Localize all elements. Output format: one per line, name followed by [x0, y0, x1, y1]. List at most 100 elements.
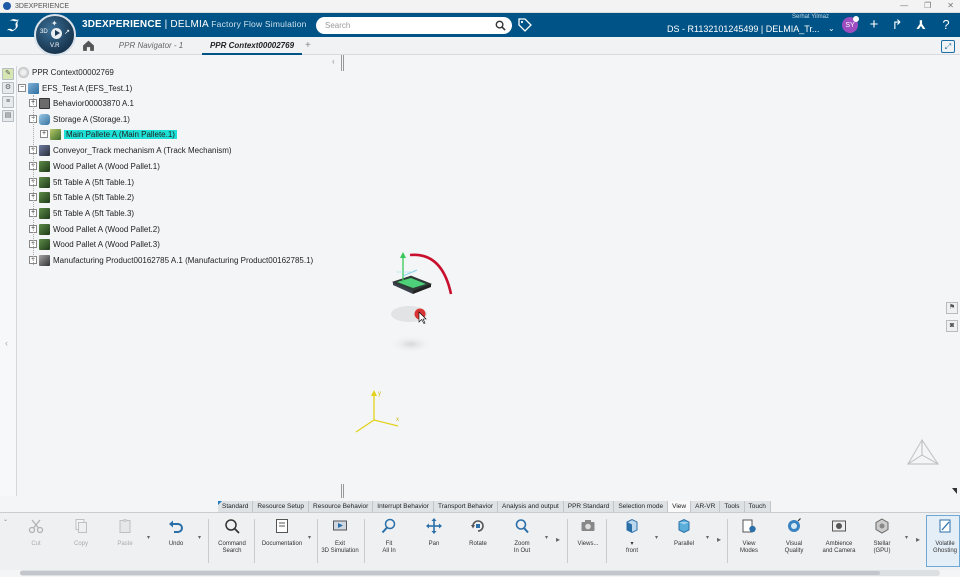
view-modes-button[interactable]: View Modes [734, 516, 764, 566]
front-options-arrow-icon[interactable]: ▾ [655, 534, 658, 541]
tree-node-table-2[interactable]: + 5ft Table A (5ft Table.2) [29, 190, 134, 204]
resize-corner-icon[interactable] [952, 488, 957, 494]
tab-ppr-context[interactable]: PPR Context00002769 [202, 37, 302, 55]
compass-share-icon[interactable]: ↗ [64, 28, 70, 36]
tab-resource-setup[interactable]: Resource Setup [253, 501, 310, 512]
zoom-in-out-button[interactable]: Zoom In Out [508, 516, 536, 566]
add-tab-button[interactable]: + [305, 37, 311, 55]
undo-button[interactable]: Undo [163, 516, 189, 566]
tab-resource-behavior[interactable]: Resource Behavior [309, 501, 374, 512]
paste-options-arrow-icon[interactable]: ▾ [147, 534, 150, 541]
tab-interrupt-behavior[interactable]: Interrupt Behavior [373, 501, 434, 512]
tab-touch[interactable]: Touch [744, 501, 771, 512]
tree-node-product[interactable]: − EFS_Test A (EFS_Test.1) [18, 81, 132, 95]
camera-icon[interactable]: ◙ [946, 320, 958, 332]
cut-button[interactable]: Cut [24, 516, 48, 566]
collapse-icon[interactable]: − [18, 84, 26, 92]
tab-tools[interactable]: Tools [720, 501, 745, 512]
rotate-button[interactable]: Rotate [465, 516, 491, 566]
tab-analysis-output[interactable]: Analysis and output [498, 501, 564, 512]
parallel-options-arrow-icon[interactable]: ▾ [706, 534, 709, 541]
main-pallet-model[interactable] [391, 275, 433, 294]
apps-icon[interactable]: ⅄ [913, 17, 929, 33]
search-box[interactable] [316, 17, 512, 34]
close-icon[interactable]: ✕ [947, 1, 954, 10]
collaborative-space-label[interactable]: DS - R1132101245499 | DELMIA_Tr... [667, 24, 819, 34]
tree-node-wood-pallet-2[interactable]: + Wood Pallet A (Wood Pallet.2) [29, 222, 160, 236]
tree-node-table-3[interactable]: + 5ft Table A (5ft Table.3) [29, 206, 134, 220]
tree-settings-icon[interactable]: ⚙ [2, 82, 14, 94]
minimize-icon[interactable]: — [900, 1, 908, 10]
toolbar-separator [606, 519, 607, 563]
tree-node-behavior[interactable]: + Behavior00003870 A.1 [29, 96, 134, 110]
tab-transport-behavior[interactable]: Transport Behavior [433, 501, 499, 512]
stellar-options-arrow-icon[interactable]: ▾ [905, 534, 908, 541]
tab-standard[interactable]: Standard [218, 501, 254, 512]
tab-ppr-navigator[interactable]: PPR Navigator - 1 [112, 37, 190, 55]
volatile-ghosting-button[interactable]: Volatile Ghosting [930, 516, 960, 566]
more-render-tools-arrow-icon[interactable]: ▸ [916, 535, 920, 544]
3d-viewport[interactable]: x y [17, 56, 960, 496]
expand-icon[interactable]: + [40, 130, 48, 138]
scrollbar-thumb[interactable] [20, 571, 880, 575]
zoom-options-arrow-icon[interactable]: ▾ [545, 534, 548, 541]
search-icon[interactable] [495, 20, 506, 31]
views-button[interactable]: Views... [574, 516, 602, 566]
pan-button[interactable]: Pan [421, 516, 447, 566]
tree-splitter[interactable] [341, 55, 344, 71]
tree-collapse-icon[interactable]: ‹ [332, 57, 335, 66]
compass-vr-label[interactable]: V.R [50, 43, 59, 49]
search-input[interactable] [325, 19, 485, 32]
paste-button[interactable]: Paste [112, 516, 138, 566]
tag-icon[interactable] [518, 18, 532, 32]
more-tools-arrow-icon[interactable]: ▸ [556, 535, 560, 544]
documentation-options-arrow-icon[interactable]: ▾ [308, 534, 311, 541]
compass-north-icon[interactable]: ✦ [51, 19, 58, 28]
tree-node-main-pallete[interactable]: + Main Pallete A (Main Pallete.1) [40, 127, 177, 141]
tree-node-wood-pallet-3[interactable]: + Wood Pallet A (Wood Pallet.3) [29, 237, 160, 251]
more-view-tools-arrow-icon[interactable]: ▸ [717, 535, 721, 544]
tree-node-conveyor[interactable]: + Conveyor_Track mechanism A (Track Mech… [29, 143, 232, 157]
tab-selection-mode[interactable]: Selection mode [614, 501, 669, 512]
fit-all-in-button[interactable]: Fit All In [376, 516, 402, 566]
compass-play-icon[interactable] [51, 28, 62, 39]
front-view-button[interactable]: ▾ front [616, 516, 648, 566]
stellar-icon [875, 518, 889, 534]
chevron-down-icon[interactable]: ⌄ [3, 516, 8, 523]
fullscreen-button[interactable]: ⤢ [941, 40, 955, 53]
tab-ar-vr[interactable]: AR-VR [691, 501, 721, 512]
tree-filter-icon[interactable]: ✎ [2, 68, 14, 80]
exit-3d-simulation-button[interactable]: Exit 3D Simulation [319, 516, 361, 566]
tree-node-manufacturing-product[interactable]: + Manufacturing Product00162785 A.1 (Man… [29, 253, 313, 267]
help-icon[interactable]: ? [938, 17, 954, 33]
add-icon[interactable]: + [866, 17, 882, 33]
stellar-gpu-button[interactable]: Stellar (GPU) [868, 516, 896, 566]
parallel-projection-button[interactable]: Parallel [668, 516, 700, 566]
dassault-logo-icon[interactable]: ℑ [6, 16, 17, 35]
view-orientation-triad[interactable] [906, 438, 940, 465]
horizontal-scrollbar[interactable] [20, 570, 940, 576]
documentation-button[interactable]: Documentation [257, 516, 307, 566]
home-icon[interactable] [82, 39, 95, 52]
tree-node-root[interactable]: PPR Context00002769 [18, 65, 114, 79]
ambience-camera-button[interactable]: Ambience and Camera [820, 516, 858, 566]
tree-layout-icon[interactable]: ▤ [2, 110, 14, 122]
share-icon[interactable]: ↱ [889, 17, 905, 33]
tree-sort-icon[interactable]: ≡ [2, 96, 14, 108]
tab-ppr-standard[interactable]: PPR Standard [563, 501, 615, 512]
copy-button[interactable]: Copy [68, 516, 94, 566]
compass-widget[interactable]: ✦ 3D ↗ V.R [34, 14, 76, 56]
command-search-button[interactable]: Command Search [214, 516, 250, 566]
maximize-icon[interactable]: ❐ [924, 1, 931, 10]
tree-node-table-1[interactable]: + 5ft Table A (5ft Table.1) [29, 175, 134, 189]
flag-icon[interactable]: ⚑ [946, 302, 958, 314]
bottom-splitter[interactable] [341, 484, 344, 498]
undo-options-arrow-icon[interactable]: ▾ [198, 534, 201, 541]
tree-node-storage[interactable]: − Storage A (Storage.1) [29, 112, 130, 126]
tree-node-wood-pallet-1[interactable]: + Wood Pallet A (Wood Pallet.1) [29, 159, 160, 173]
visual-quality-button[interactable]: Visual Quality [779, 516, 809, 566]
chevron-down-icon[interactable]: ⌄ [828, 24, 835, 33]
chevron-left-icon[interactable]: ‹ [5, 338, 8, 348]
tab-view[interactable]: View [668, 501, 692, 512]
compass-3d-label[interactable]: 3D [40, 29, 48, 35]
